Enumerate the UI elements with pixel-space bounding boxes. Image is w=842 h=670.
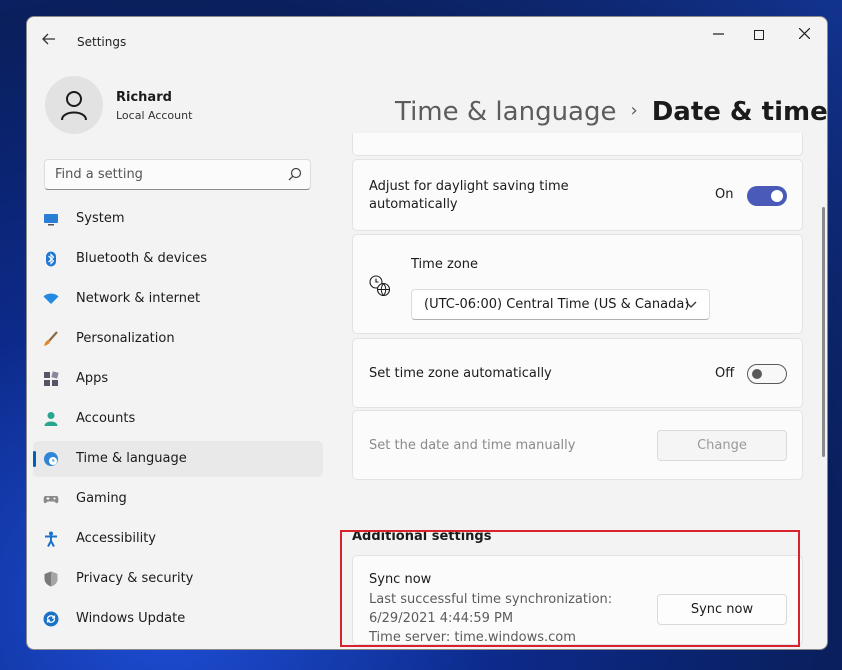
dst-label: Adjust for daylight saving time automati… bbox=[369, 179, 569, 212]
timezone-value: (UTC-06:00) Central Time (US & Canada) bbox=[424, 297, 690, 312]
timezone-label: Time zone bbox=[411, 257, 478, 272]
sidebar-item-accounts[interactable]: Accounts bbox=[33, 401, 323, 437]
manual-time-label: Set the date and time manually bbox=[369, 438, 576, 453]
sidebar-item-apps[interactable]: Apps bbox=[33, 361, 323, 397]
sidebar-item-windows-update[interactable]: Windows Update bbox=[33, 601, 323, 637]
search-input[interactable] bbox=[45, 160, 275, 189]
page-title: Date & time bbox=[651, 97, 828, 127]
user-name: Richard bbox=[116, 90, 172, 105]
gamepad-icon bbox=[43, 496, 59, 504]
sidebar-item-label: Bluetooth & devices bbox=[76, 251, 207, 266]
chevron-right-icon: › bbox=[630, 100, 638, 121]
accessibility-icon bbox=[45, 531, 57, 547]
sidebar-item-bluetooth[interactable]: Bluetooth & devices bbox=[33, 241, 323, 277]
maximize-button[interactable] bbox=[739, 23, 779, 47]
change-button[interactable]: Change bbox=[657, 430, 787, 461]
auto-timezone-label: Set time zone automatically bbox=[369, 366, 552, 381]
brush-icon bbox=[44, 331, 58, 346]
sidebar-item-system[interactable]: System bbox=[33, 201, 323, 237]
dst-state: On bbox=[715, 187, 734, 202]
sidebar-item-label: Gaming bbox=[76, 491, 127, 506]
sidebar-item-time-language[interactable]: Time & language bbox=[33, 441, 323, 477]
app-title: Settings bbox=[77, 35, 127, 49]
manual-time-card: Set the date and time manually Change bbox=[352, 410, 803, 480]
refresh-icon bbox=[43, 611, 59, 627]
sidebar-item-label: Time & language bbox=[76, 451, 187, 466]
monitor-icon bbox=[44, 214, 58, 226]
dst-card: Adjust for daylight saving time automati… bbox=[352, 159, 803, 231]
auto-timezone-toggle[interactable] bbox=[747, 364, 787, 384]
chevron-down-icon bbox=[685, 301, 697, 308]
person-icon bbox=[61, 91, 87, 121]
breadcrumb: Time & language › Date & time bbox=[395, 97, 828, 127]
bluetooth-icon bbox=[46, 251, 56, 267]
apps-icon bbox=[44, 371, 59, 386]
sidebar-item-label: Apps bbox=[76, 371, 109, 386]
maximize-icon bbox=[754, 30, 764, 40]
avatar[interactable] bbox=[45, 76, 103, 134]
sidebar-item-label: Accessibility bbox=[76, 531, 156, 546]
globe-clock-icon bbox=[44, 452, 58, 466]
timezone-card: Time zone (UTC-06:00) Central Time (US &… bbox=[352, 234, 803, 334]
title-bar: Settings bbox=[27, 17, 827, 57]
auto-timezone-state: Off bbox=[715, 366, 735, 381]
sidebar-item-personalization[interactable]: Personalization bbox=[33, 321, 323, 357]
globe-clock-icon bbox=[369, 275, 391, 297]
account-type: Local Account bbox=[116, 109, 193, 122]
back-button[interactable] bbox=[39, 31, 59, 49]
sidebar-item-label: Personalization bbox=[76, 331, 175, 346]
sidebar-item-label: Network & internet bbox=[76, 291, 201, 306]
sidebar-item-label: Accounts bbox=[76, 411, 136, 426]
scrollbar[interactable] bbox=[822, 207, 825, 457]
minimize-button[interactable] bbox=[698, 23, 738, 47]
search-box[interactable] bbox=[44, 159, 311, 190]
person-icon bbox=[44, 412, 58, 426]
search-icon[interactable] bbox=[288, 167, 302, 181]
breadcrumb-parent[interactable]: Time & language bbox=[395, 97, 616, 127]
sidebar-item-network[interactable]: Network & internet bbox=[33, 281, 323, 317]
toggle-knob bbox=[752, 369, 762, 379]
sidebar-item-gaming[interactable]: Gaming bbox=[33, 481, 323, 517]
close-button[interactable] bbox=[784, 23, 824, 47]
previous-setting-card bbox=[352, 133, 803, 156]
sidebar-item-label: System bbox=[76, 211, 125, 226]
dst-toggle[interactable] bbox=[747, 186, 787, 206]
auto-timezone-card: Set time zone automatically Off bbox=[352, 338, 803, 408]
sidebar-item-label: Windows Update bbox=[76, 611, 186, 626]
toggle-knob bbox=[771, 190, 783, 202]
sidebar-item-accessibility[interactable]: Accessibility bbox=[33, 521, 323, 557]
highlight-box bbox=[340, 530, 800, 647]
shield-icon bbox=[44, 571, 58, 587]
timezone-dropdown[interactable]: (UTC-06:00) Central Time (US & Canada) bbox=[411, 289, 710, 320]
close-icon bbox=[798, 27, 810, 40]
sidebar-nav: System Bluetooth & devices Network & int… bbox=[33, 201, 323, 641]
minimize-icon bbox=[712, 33, 724, 35]
sidebar-item-label: Privacy & security bbox=[76, 571, 194, 586]
wifi-icon bbox=[43, 293, 59, 304]
back-arrow-icon bbox=[42, 33, 55, 45]
sidebar-item-privacy[interactable]: Privacy & security bbox=[33, 561, 323, 597]
